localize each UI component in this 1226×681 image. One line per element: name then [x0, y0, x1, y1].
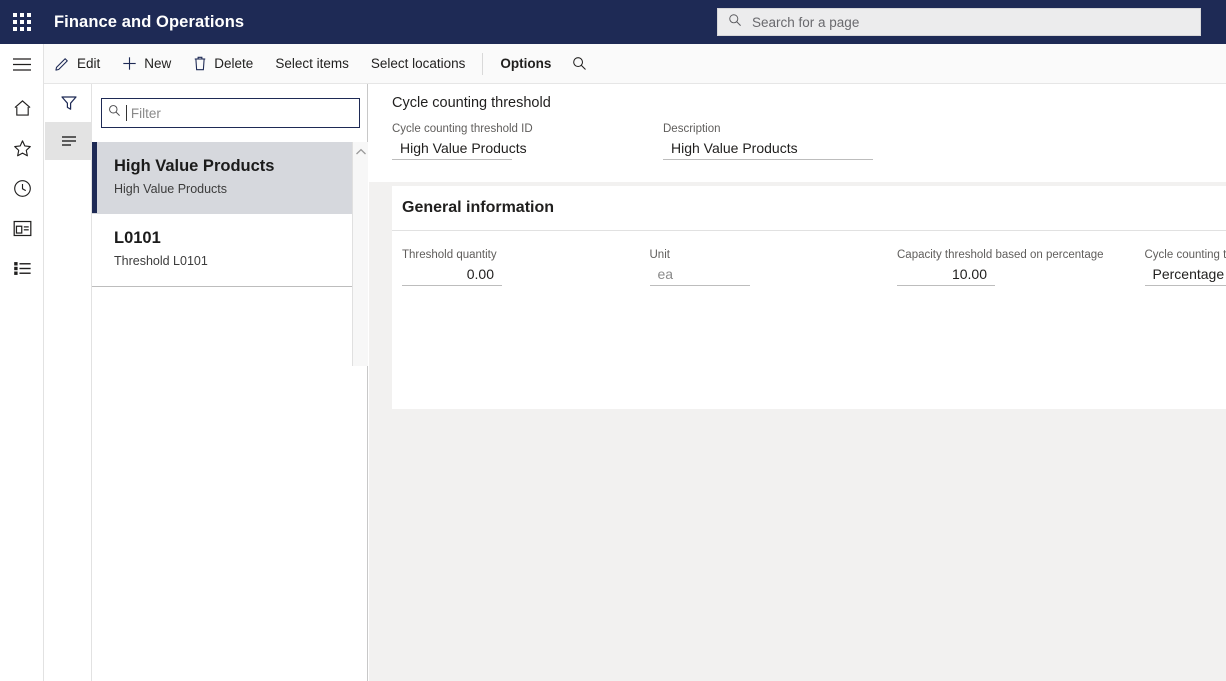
list-item[interactable]: L0101 Threshold L0101	[92, 214, 352, 286]
pencil-icon	[55, 56, 70, 71]
select-locations-button[interactable]: Select locations	[360, 44, 477, 84]
list-item-subtitle: High Value Products	[114, 182, 228, 196]
pane-tab-strip	[45, 84, 92, 681]
trash-icon	[193, 56, 207, 71]
edit-label: Edit	[77, 56, 101, 71]
page-header-card: Cycle counting threshold Cycle counting …	[369, 84, 1226, 182]
list-item[interactable]: High Value Products High Value Products	[92, 142, 352, 214]
fasttab-header[interactable]: General information	[392, 186, 1226, 231]
chevron-up-icon	[355, 148, 366, 155]
select-locations-label: Select locations	[370, 56, 466, 71]
general-information-fasttab: General information Threshold quantity 0…	[392, 186, 1226, 409]
select-items-label: Select items	[275, 56, 349, 71]
threshold-id-value[interactable]: High Value Products	[392, 138, 527, 160]
action-pane: Edit New Delete Select items Select loca…	[44, 44, 1226, 84]
global-search[interactable]	[717, 8, 1201, 36]
text-caret	[126, 105, 127, 121]
description-label: Description	[663, 123, 721, 135]
edit-button[interactable]: Edit	[44, 44, 111, 84]
app-header: Finance and Operations	[0, 0, 1226, 44]
options-button[interactable]: Options	[489, 44, 562, 84]
threshold-quantity-field: Threshold quantity 0.00	[402, 249, 635, 286]
cycle-counting-type-field: Cycle counting threshold type Percentage	[1144, 249, 1226, 286]
filter-box[interactable]	[101, 98, 360, 128]
unit-field: Unit ea	[649, 249, 883, 286]
unit-label: Unit	[649, 249, 670, 261]
app-launcher-icon[interactable]	[0, 0, 44, 44]
threshold-id-label: Cycle counting threshold ID	[392, 123, 533, 135]
list-pane-tab[interactable]	[45, 122, 92, 160]
star-icon[interactable]	[0, 128, 44, 168]
records-list: High Value Products High Value Products …	[92, 142, 368, 681]
filter-pane-tab[interactable]	[45, 84, 92, 122]
search-input[interactable]	[750, 13, 1190, 31]
filter-input[interactable]	[128, 104, 353, 122]
header-fields: Cycle counting threshold ID High Value P…	[392, 123, 888, 160]
workspace-icon[interactable]	[0, 208, 44, 248]
main-content: Cycle counting threshold Cycle counting …	[369, 84, 1226, 681]
threshold-quantity-value[interactable]: 0.00	[402, 264, 502, 286]
app-title: Finance and Operations	[54, 12, 245, 31]
list-icon[interactable]	[0, 248, 44, 288]
capacity-threshold-field: Capacity threshold based on percentage 1…	[897, 249, 1130, 286]
page-title: Cycle counting threshold	[392, 95, 551, 111]
search-icon	[728, 13, 742, 32]
list-item-subtitle: Threshold L0101	[114, 254, 208, 268]
list-scrollbar-up[interactable]	[352, 142, 368, 366]
threshold-quantity-label: Threshold quantity	[402, 249, 497, 261]
delete-label: Delete	[214, 56, 254, 71]
search-icon	[108, 104, 121, 122]
clock-icon[interactable]	[0, 168, 44, 208]
unit-value[interactable]: ea	[649, 264, 750, 286]
home-icon[interactable]	[0, 88, 44, 128]
plus-icon	[122, 56, 137, 71]
list-item-title: L0101	[114, 229, 161, 247]
list-item-title: High Value Products	[114, 157, 275, 175]
command-search-icon[interactable]	[562, 44, 596, 84]
waffle-grid	[13, 13, 31, 31]
description-value[interactable]: High Value Products	[663, 138, 873, 160]
cycle-counting-type-label: Cycle counting threshold type	[1144, 249, 1226, 261]
options-label: Options	[500, 56, 552, 71]
navigation-rail	[0, 44, 44, 681]
hamburger-icon[interactable]	[0, 44, 44, 84]
select-items-button[interactable]: Select items	[264, 44, 360, 84]
fasttab-body: Threshold quantity 0.00 Unit ea Capacity…	[392, 231, 1226, 286]
records-list-pane: High Value Products High Value Products …	[92, 84, 368, 681]
new-label: New	[144, 56, 172, 71]
threshold-id-field: Cycle counting threshold ID High Value P…	[392, 123, 648, 160]
cycle-counting-type-value[interactable]: Percentage	[1144, 264, 1226, 286]
new-button[interactable]: New	[111, 44, 182, 84]
description-field: Description High Value Products	[663, 123, 873, 160]
list-divider	[92, 286, 352, 287]
fasttab-title: General information	[402, 199, 555, 216]
command-bar-separator	[482, 52, 484, 75]
capacity-threshold-value[interactable]: 10.00	[897, 264, 995, 286]
capacity-threshold-label: Capacity threshold based on percentage	[897, 249, 1104, 261]
delete-button[interactable]: Delete	[182, 44, 264, 84]
